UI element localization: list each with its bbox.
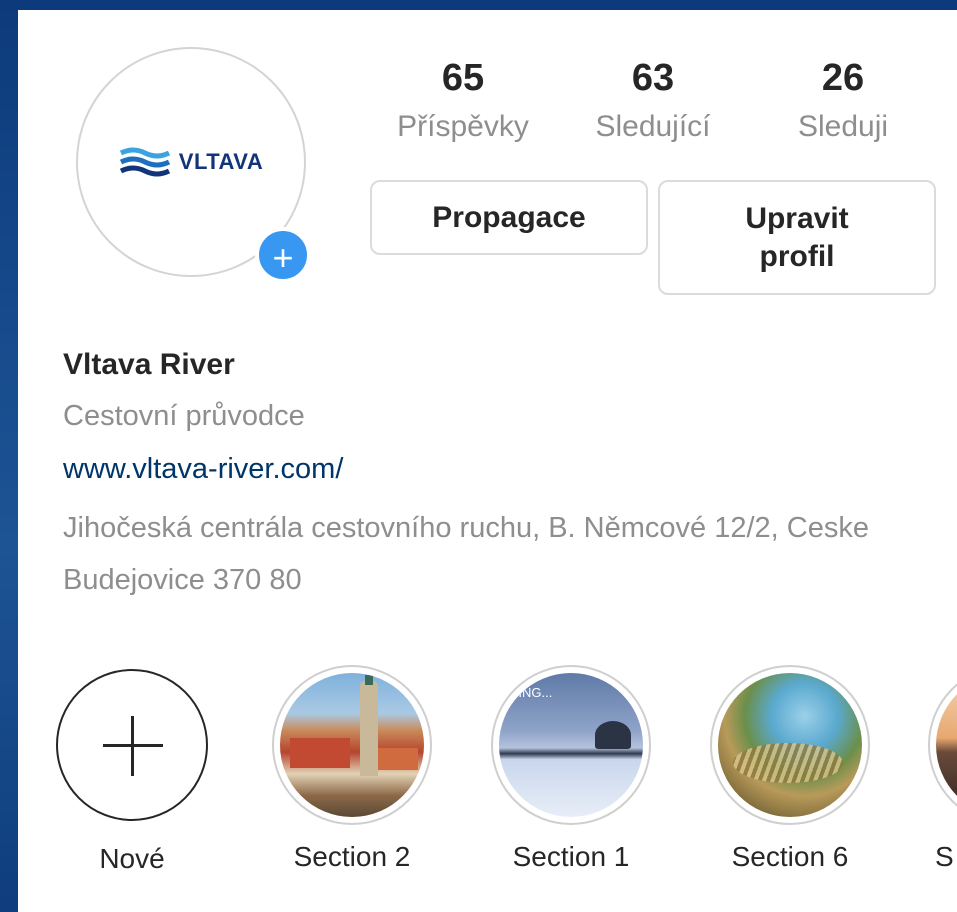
profile-address: Jihočeská centrála cestovního ruchu, B. … bbox=[63, 512, 869, 596]
highlight-section-6[interactable]: Section 6 bbox=[700, 665, 880, 873]
highlight-ring bbox=[710, 665, 870, 825]
profile-name: Vltava River bbox=[63, 348, 235, 381]
stat-followers[interactable]: 63 Sledující bbox=[563, 56, 743, 148]
highlight-ring bbox=[272, 665, 432, 825]
highlight-label: Section 2 bbox=[293, 841, 411, 872]
stat-followers-label: Sledující bbox=[595, 110, 711, 143]
sunset-thumbnail bbox=[936, 673, 957, 817]
profile-card: VLTAVA + 65 Příspěvky 63 Sledující 26 Sl… bbox=[18, 10, 957, 912]
town-thumbnail bbox=[280, 673, 424, 817]
highlight-label: Nové bbox=[99, 843, 165, 874]
highlight-section-partial[interactable]: S bbox=[918, 665, 957, 873]
stat-following-value: 26 bbox=[821, 57, 865, 99]
stat-followers-value: 63 bbox=[631, 57, 675, 99]
vltava-logo: VLTAVA bbox=[119, 145, 263, 179]
stat-following[interactable]: 26 Sleduji bbox=[753, 56, 933, 148]
stat-posts-label: Příspěvky bbox=[397, 110, 529, 143]
highlight-section-2[interactable]: Section 2 bbox=[262, 665, 442, 873]
add-story-plus-icon[interactable]: + bbox=[255, 227, 311, 283]
highlight-ring: HING... bbox=[491, 665, 651, 825]
winter-lake-thumbnail: HING... bbox=[499, 673, 643, 817]
stat-posts[interactable]: 65 Příspěvky bbox=[373, 56, 553, 148]
grass-thumbnail bbox=[718, 673, 862, 817]
stat-posts-value: 65 bbox=[441, 57, 485, 99]
new-highlight-ring[interactable] bbox=[56, 669, 208, 821]
profile-website-link[interactable]: www.vltava-river.com/ bbox=[63, 453, 343, 486]
highlight-label: Section 6 bbox=[731, 841, 849, 872]
highlight-label: Section 1 bbox=[512, 841, 630, 872]
wave-logo-icon bbox=[119, 147, 170, 177]
highlight-ring bbox=[928, 665, 957, 825]
promote-button[interactable]: Propagace bbox=[370, 180, 648, 255]
highlight-label: S bbox=[935, 841, 954, 872]
stat-following-label: Sleduji bbox=[797, 110, 889, 143]
profile-category: Cestovní průvodce bbox=[63, 400, 305, 432]
edit-profile-button[interactable]: Upravit profil bbox=[658, 180, 936, 295]
highlight-section-1[interactable]: HING... Section 1 bbox=[481, 665, 661, 873]
highlight-overlay-text: HING... bbox=[509, 685, 553, 700]
logo-text: VLTAVA bbox=[178, 149, 264, 174]
highlight-new[interactable]: Nové bbox=[42, 665, 222, 875]
